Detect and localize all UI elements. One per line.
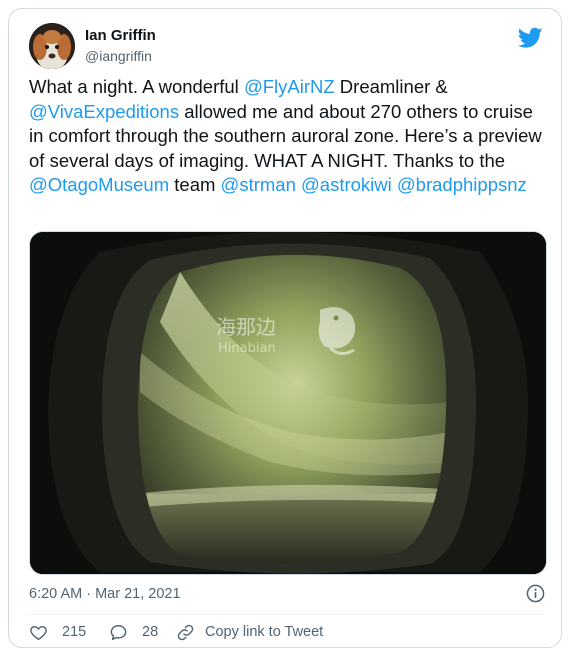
copy-link-label: Copy link to Tweet [205,624,324,640]
link-icon [177,624,194,640]
twitter-bird-icon[interactable] [518,27,543,49]
mention-link[interactable]: @strman [221,174,296,195]
timestamp[interactable]: 6:20 AM · Mar 21, 2021 [29,586,181,602]
info-icon[interactable] [526,584,545,603]
tweet-text-segment: Dreamliner & [334,76,448,97]
copy-link-button[interactable]: Copy link to Tweet [176,621,323,643]
reply-button[interactable]: 28 [109,621,158,643]
tweet-text-segment: What a night. A wonderful [29,76,244,97]
reply-icon [110,624,127,640]
aurora-photo: 海那边 Hinabian [30,232,546,574]
watermark-cn: 海那边 [216,315,276,339]
tweet-text-segment: team [169,174,221,195]
reply-count: 28 [142,624,159,640]
tweet-actions: 215 28 Copy link to Tweet [29,621,545,643]
like-button[interactable]: 215 [29,621,86,643]
tweet-media-image[interactable]: 海那边 Hinabian [29,231,547,575]
user-handle[interactable]: @iangriffin [85,47,156,65]
divider [29,614,545,615]
author-block[interactable]: Ian Griffin @iangriffin [85,27,156,65]
display-name[interactable]: Ian Griffin [85,27,156,45]
tweet-card: Ian Griffin @iangriffin What a night. A … [8,8,562,648]
mention-link[interactable]: @OtagoMuseum [29,174,169,195]
like-count: 215 [62,624,87,640]
mention-link[interactable]: @astrokiwi [301,174,392,195]
avatar[interactable] [29,23,75,69]
mention-link[interactable]: @bradphippsnz [397,174,527,195]
watermark-en: Hinabian [218,341,276,356]
heart-icon [30,625,47,640]
tweet-text: What a night. A wonderful @FlyAirNZ Drea… [29,75,549,198]
mention-link[interactable]: @FlyAirNZ [244,76,335,97]
tweet-header: Ian Griffin @iangriffin [29,19,545,75]
tweet-meta: 6:20 AM · Mar 21, 2021 [29,583,545,605]
mention-link[interactable]: @VivaExpeditions [29,101,179,122]
